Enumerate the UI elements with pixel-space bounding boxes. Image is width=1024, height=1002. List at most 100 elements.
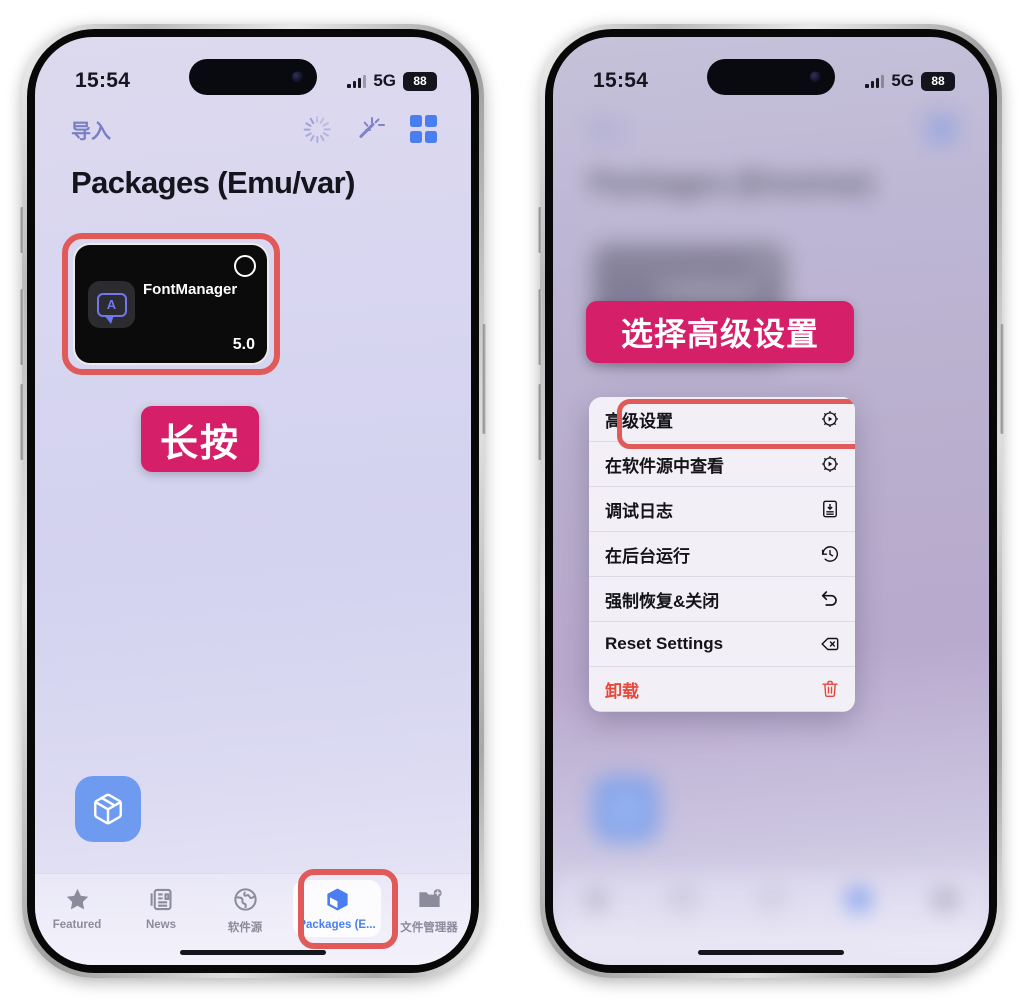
floating-package-button-blurred bbox=[593, 776, 659, 842]
tab-featured-blurred bbox=[553, 884, 640, 914]
action-button[interactable] bbox=[20, 207, 24, 253]
package-box-icon-blurred bbox=[845, 884, 872, 914]
tab-label: Packages (E... bbox=[298, 919, 376, 931]
network-label: 5G bbox=[891, 71, 914, 90]
import-button-blurred: 导入 bbox=[589, 120, 629, 143]
volume-up-button[interactable] bbox=[538, 289, 542, 365]
dynamic-island bbox=[707, 59, 835, 95]
package-card[interactable]: A FontManager 5.0 bbox=[73, 243, 269, 365]
network-label: 5G bbox=[373, 71, 396, 90]
package-name-blurred: FontManager bbox=[661, 281, 756, 298]
tab-packages-blurred bbox=[815, 884, 902, 914]
grid-view-icon-blurred bbox=[927, 115, 955, 143]
home-indicator[interactable] bbox=[698, 949, 844, 955]
page-title-blurred: Packages (Emu/var) bbox=[589, 165, 873, 200]
clock-arrow-icon bbox=[819, 543, 841, 565]
tab-label: News bbox=[145, 919, 177, 931]
menu-item-label: 卸载 bbox=[605, 681, 639, 701]
tab-packages[interactable]: Packages (E... bbox=[293, 880, 381, 937]
volume-down-button[interactable] bbox=[20, 384, 24, 460]
trash-icon bbox=[819, 678, 841, 700]
globe-icon bbox=[232, 884, 259, 914]
package-name: FontManager bbox=[143, 281, 238, 298]
gear-play-icon bbox=[819, 453, 841, 475]
loading-spinner-icon[interactable] bbox=[303, 115, 331, 143]
menu-item-uninstall[interactable]: 卸载 bbox=[589, 667, 855, 712]
menu-item-label: 高级设置 bbox=[605, 411, 673, 431]
menu-item-force-restore-close[interactable]: 强制恢复&关闭 bbox=[589, 577, 855, 622]
callout-select-advanced: 选择高级设置 bbox=[586, 301, 854, 363]
dynamic-island bbox=[189, 59, 317, 95]
status-indicators: 5G 88 bbox=[865, 71, 955, 91]
import-button[interactable]: 导入 bbox=[71, 115, 111, 144]
power-button[interactable] bbox=[1000, 324, 1004, 434]
tab-featured[interactable]: Featured bbox=[35, 884, 119, 931]
status-clock: 15:54 bbox=[593, 69, 649, 92]
package-icon-letter: A bbox=[106, 297, 117, 312]
action-button[interactable] bbox=[538, 207, 542, 253]
home-indicator[interactable] bbox=[180, 949, 326, 955]
phone-screen-right: 导入 Packages (Emu/var) A bbox=[553, 37, 989, 965]
phone-left: 15:54 5G 88 导入 Packages (Emu/var) A Font… bbox=[20, 24, 486, 978]
status-clock: 15:54 bbox=[75, 69, 131, 92]
tab-news[interactable]: News bbox=[119, 884, 203, 931]
context-menu: 高级设置 在软件源中查看 调试日志 在后台运行 强制恢复&关闭 Reset Se… bbox=[589, 397, 855, 712]
tab-news-blurred bbox=[640, 884, 727, 914]
folder-add-icon bbox=[416, 884, 443, 914]
volume-up-button[interactable] bbox=[20, 289, 24, 365]
package-version: 5.0 bbox=[232, 336, 255, 353]
nav-icon-group bbox=[303, 115, 437, 143]
tab-label: 软件源 bbox=[227, 922, 263, 934]
tab-sources[interactable]: 软件源 bbox=[203, 884, 287, 935]
menu-item-label: 调试日志 bbox=[605, 501, 673, 521]
menu-item-label: 在后台运行 bbox=[605, 546, 690, 566]
undo-arrow-icon bbox=[819, 588, 841, 610]
tab-file-manager-blurred bbox=[902, 884, 989, 914]
floating-package-button[interactable] bbox=[75, 776, 141, 842]
speech-bubble-icon: A bbox=[96, 292, 127, 324]
menu-item-label: 强制恢复&关闭 bbox=[605, 591, 720, 611]
globe-icon-blurred bbox=[758, 884, 785, 914]
star-icon bbox=[64, 884, 91, 914]
grid-view-icon[interactable] bbox=[409, 115, 437, 143]
document-log-icon bbox=[819, 498, 841, 520]
nav-header: 导入 bbox=[35, 103, 471, 155]
tab-label: Featured bbox=[52, 919, 102, 931]
front-camera-icon bbox=[292, 71, 303, 83]
phone-right: 导入 Packages (Emu/var) A bbox=[538, 24, 1004, 978]
volume-down-button[interactable] bbox=[538, 384, 542, 460]
gear-play-icon bbox=[819, 408, 841, 430]
package-select-circle[interactable] bbox=[234, 255, 256, 277]
menu-item-advanced-settings[interactable]: 高级设置 bbox=[589, 397, 855, 442]
callout-long-press: 长按 bbox=[141, 406, 259, 472]
phone-screen-left: 15:54 5G 88 导入 Packages (Emu/var) A Font… bbox=[35, 37, 471, 965]
nav-icon-group-blurred bbox=[927, 115, 955, 143]
status-indicators: 5G 88 bbox=[347, 71, 437, 91]
tab-label: 文件管理器 bbox=[400, 922, 458, 934]
nav-header-blurred: 导入 bbox=[553, 103, 989, 155]
package-box-icon bbox=[324, 884, 351, 914]
signal-bars-icon bbox=[347, 74, 367, 88]
tab-sources-blurred bbox=[727, 884, 814, 914]
menu-item-label: Reset Settings bbox=[605, 634, 724, 653]
menu-item-view-in-source[interactable]: 在软件源中查看 bbox=[589, 442, 855, 487]
tab-file-manager[interactable]: 文件管理器 bbox=[387, 884, 471, 935]
magic-wand-icon[interactable] bbox=[357, 116, 385, 143]
package-app-icon: A bbox=[88, 281, 135, 328]
menu-item-label: 在软件源中查看 bbox=[605, 456, 724, 476]
menu-item-debug-log[interactable]: 调试日志 bbox=[589, 487, 855, 532]
folder-add-icon-blurred bbox=[932, 884, 959, 914]
star-icon-blurred bbox=[583, 884, 610, 914]
signal-bars-icon bbox=[865, 74, 885, 88]
newspaper-icon-blurred bbox=[670, 884, 697, 914]
menu-item-run-background[interactable]: 在后台运行 bbox=[589, 532, 855, 577]
page-title: Packages (Emu/var) bbox=[71, 165, 355, 200]
delete-left-icon bbox=[819, 633, 841, 655]
power-button[interactable] bbox=[482, 324, 486, 434]
battery-indicator: 88 bbox=[403, 71, 437, 91]
newspaper-icon bbox=[148, 884, 175, 914]
battery-indicator: 88 bbox=[921, 71, 955, 91]
menu-item-reset-settings[interactable]: Reset Settings bbox=[589, 622, 855, 667]
package-select-circle-blurred bbox=[752, 255, 774, 277]
front-camera-icon bbox=[810, 71, 821, 83]
